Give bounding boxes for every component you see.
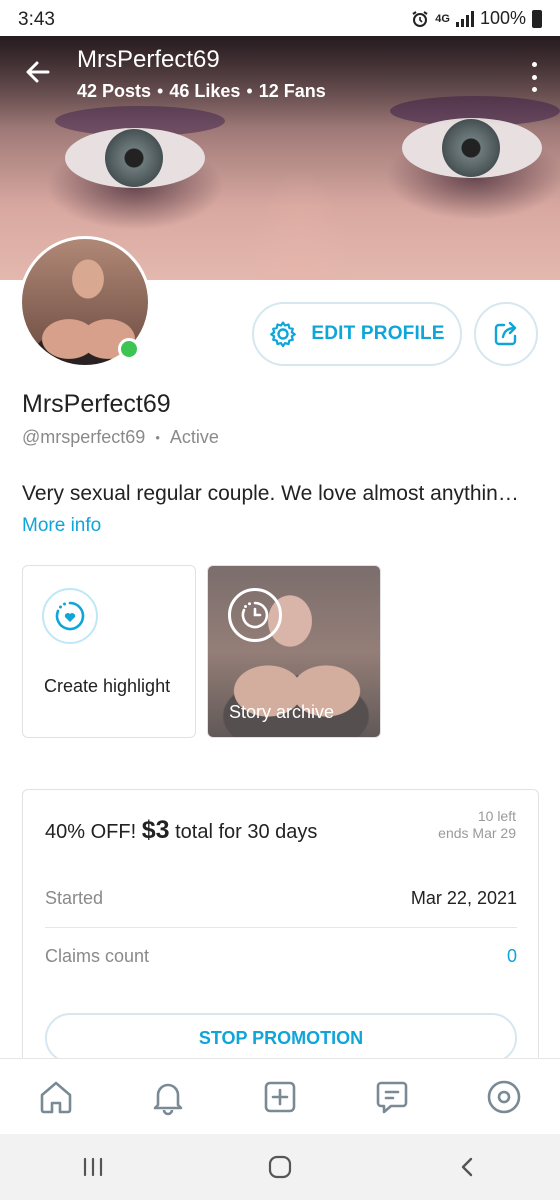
promo-left: 10 left xyxy=(477,808,516,824)
profile-bio: Very sexual regular couple. We love almo… xyxy=(22,482,519,505)
story-archive-card[interactable]: Story archive xyxy=(207,565,381,738)
back-button[interactable] xyxy=(22,56,54,88)
stop-promotion-button[interactable]: STOP PROMOTION xyxy=(45,1013,517,1063)
recent-apps-icon xyxy=(84,1157,103,1177)
home-circle-icon xyxy=(268,1155,292,1179)
nav-profile[interactable] xyxy=(484,1077,524,1117)
bell-icon xyxy=(153,1083,183,1115)
profile-handle: @mrsperfect69 xyxy=(22,427,146,447)
system-nav xyxy=(0,1134,560,1200)
stats-separator: • xyxy=(157,81,164,101)
back-chevron-icon xyxy=(461,1157,472,1177)
posts-count[interactable]: 42 Posts xyxy=(77,81,151,102)
cover-detail xyxy=(402,118,542,178)
promo-duration: total for 30 days xyxy=(175,821,318,843)
started-label: Started xyxy=(45,888,104,908)
profile-icon xyxy=(487,1080,521,1113)
battery-icon xyxy=(532,9,542,28)
more-vertical-icon xyxy=(531,62,537,67)
handle-separator: • xyxy=(155,430,160,445)
history-clock-icon xyxy=(228,588,282,642)
signal-icon xyxy=(455,10,474,27)
stats-separator: • xyxy=(246,81,253,101)
create-highlight-label: Create highlight xyxy=(44,676,171,696)
message-icon xyxy=(376,1081,408,1113)
highlight-icon xyxy=(42,588,98,644)
nav-messages[interactable] xyxy=(372,1077,412,1117)
alarm-icon xyxy=(412,10,428,27)
gear-icon xyxy=(270,321,297,348)
story-archive-label: Story archive xyxy=(229,702,335,722)
started-value: Mar 22, 2021 xyxy=(410,888,517,908)
more-menu-button[interactable] xyxy=(530,62,538,92)
home-icon xyxy=(40,1081,72,1113)
activity-status: Active xyxy=(169,427,219,447)
share-button[interactable] xyxy=(474,302,538,366)
cover-detail xyxy=(65,128,205,188)
promo-discount: 40% OFF! xyxy=(45,821,137,843)
promo-price: $3 xyxy=(141,816,170,844)
arrow-left-icon xyxy=(26,61,50,83)
edit-profile-label: EDIT PROFILE xyxy=(311,323,445,344)
battery-percent: 100% xyxy=(479,8,526,28)
recent-apps-button[interactable] xyxy=(73,1147,113,1187)
plus-square-icon xyxy=(264,1081,296,1112)
header-title: MrsPerfect69 xyxy=(77,46,220,73)
claims-label: Claims count xyxy=(45,946,150,966)
network-label: 4G xyxy=(435,12,450,25)
nav-home[interactable] xyxy=(36,1077,76,1117)
promotion-meta: 10 left ends Mar 29 xyxy=(438,808,516,842)
share-icon xyxy=(494,321,517,346)
online-status-dot xyxy=(118,338,140,360)
promo-claims-row: Claims count 0 xyxy=(45,946,517,967)
profile-name: MrsPerfect69 xyxy=(22,390,171,418)
home-system-button[interactable] xyxy=(260,1147,300,1187)
likes-count: 46 Likes xyxy=(169,81,241,101)
status-icons: 4G 100% xyxy=(411,8,542,29)
promotion-card: 40% OFF! $3 total for 30 days 10 left en… xyxy=(22,789,539,1089)
edit-profile-button[interactable]: EDIT PROFILE xyxy=(252,302,462,366)
handle-row: @mrsperfect69 • Active xyxy=(22,427,219,449)
nav-add-post[interactable] xyxy=(260,1077,300,1117)
fans-count[interactable]: 12 Fans xyxy=(259,81,326,102)
divider xyxy=(45,927,517,928)
promo-ends: ends Mar 29 xyxy=(438,825,516,841)
status-bar: 3:43 4G 100% xyxy=(0,0,560,36)
more-info-link[interactable]: More info xyxy=(22,515,101,537)
back-system-button[interactable] xyxy=(447,1147,487,1187)
bottom-nav xyxy=(0,1058,560,1134)
promotion-title: 40% OFF! $3 total for 30 days xyxy=(45,816,317,845)
nav-notifications[interactable] xyxy=(148,1077,188,1117)
claims-value[interactable]: 0 xyxy=(507,946,517,967)
create-highlight-card[interactable]: Create highlight xyxy=(22,565,196,738)
promo-started-row: Started Mar 22, 2021 xyxy=(45,888,517,909)
status-time: 3:43 xyxy=(18,9,55,30)
header-stats: 42 Posts • 46 Likes • 12 Fans xyxy=(77,81,326,102)
